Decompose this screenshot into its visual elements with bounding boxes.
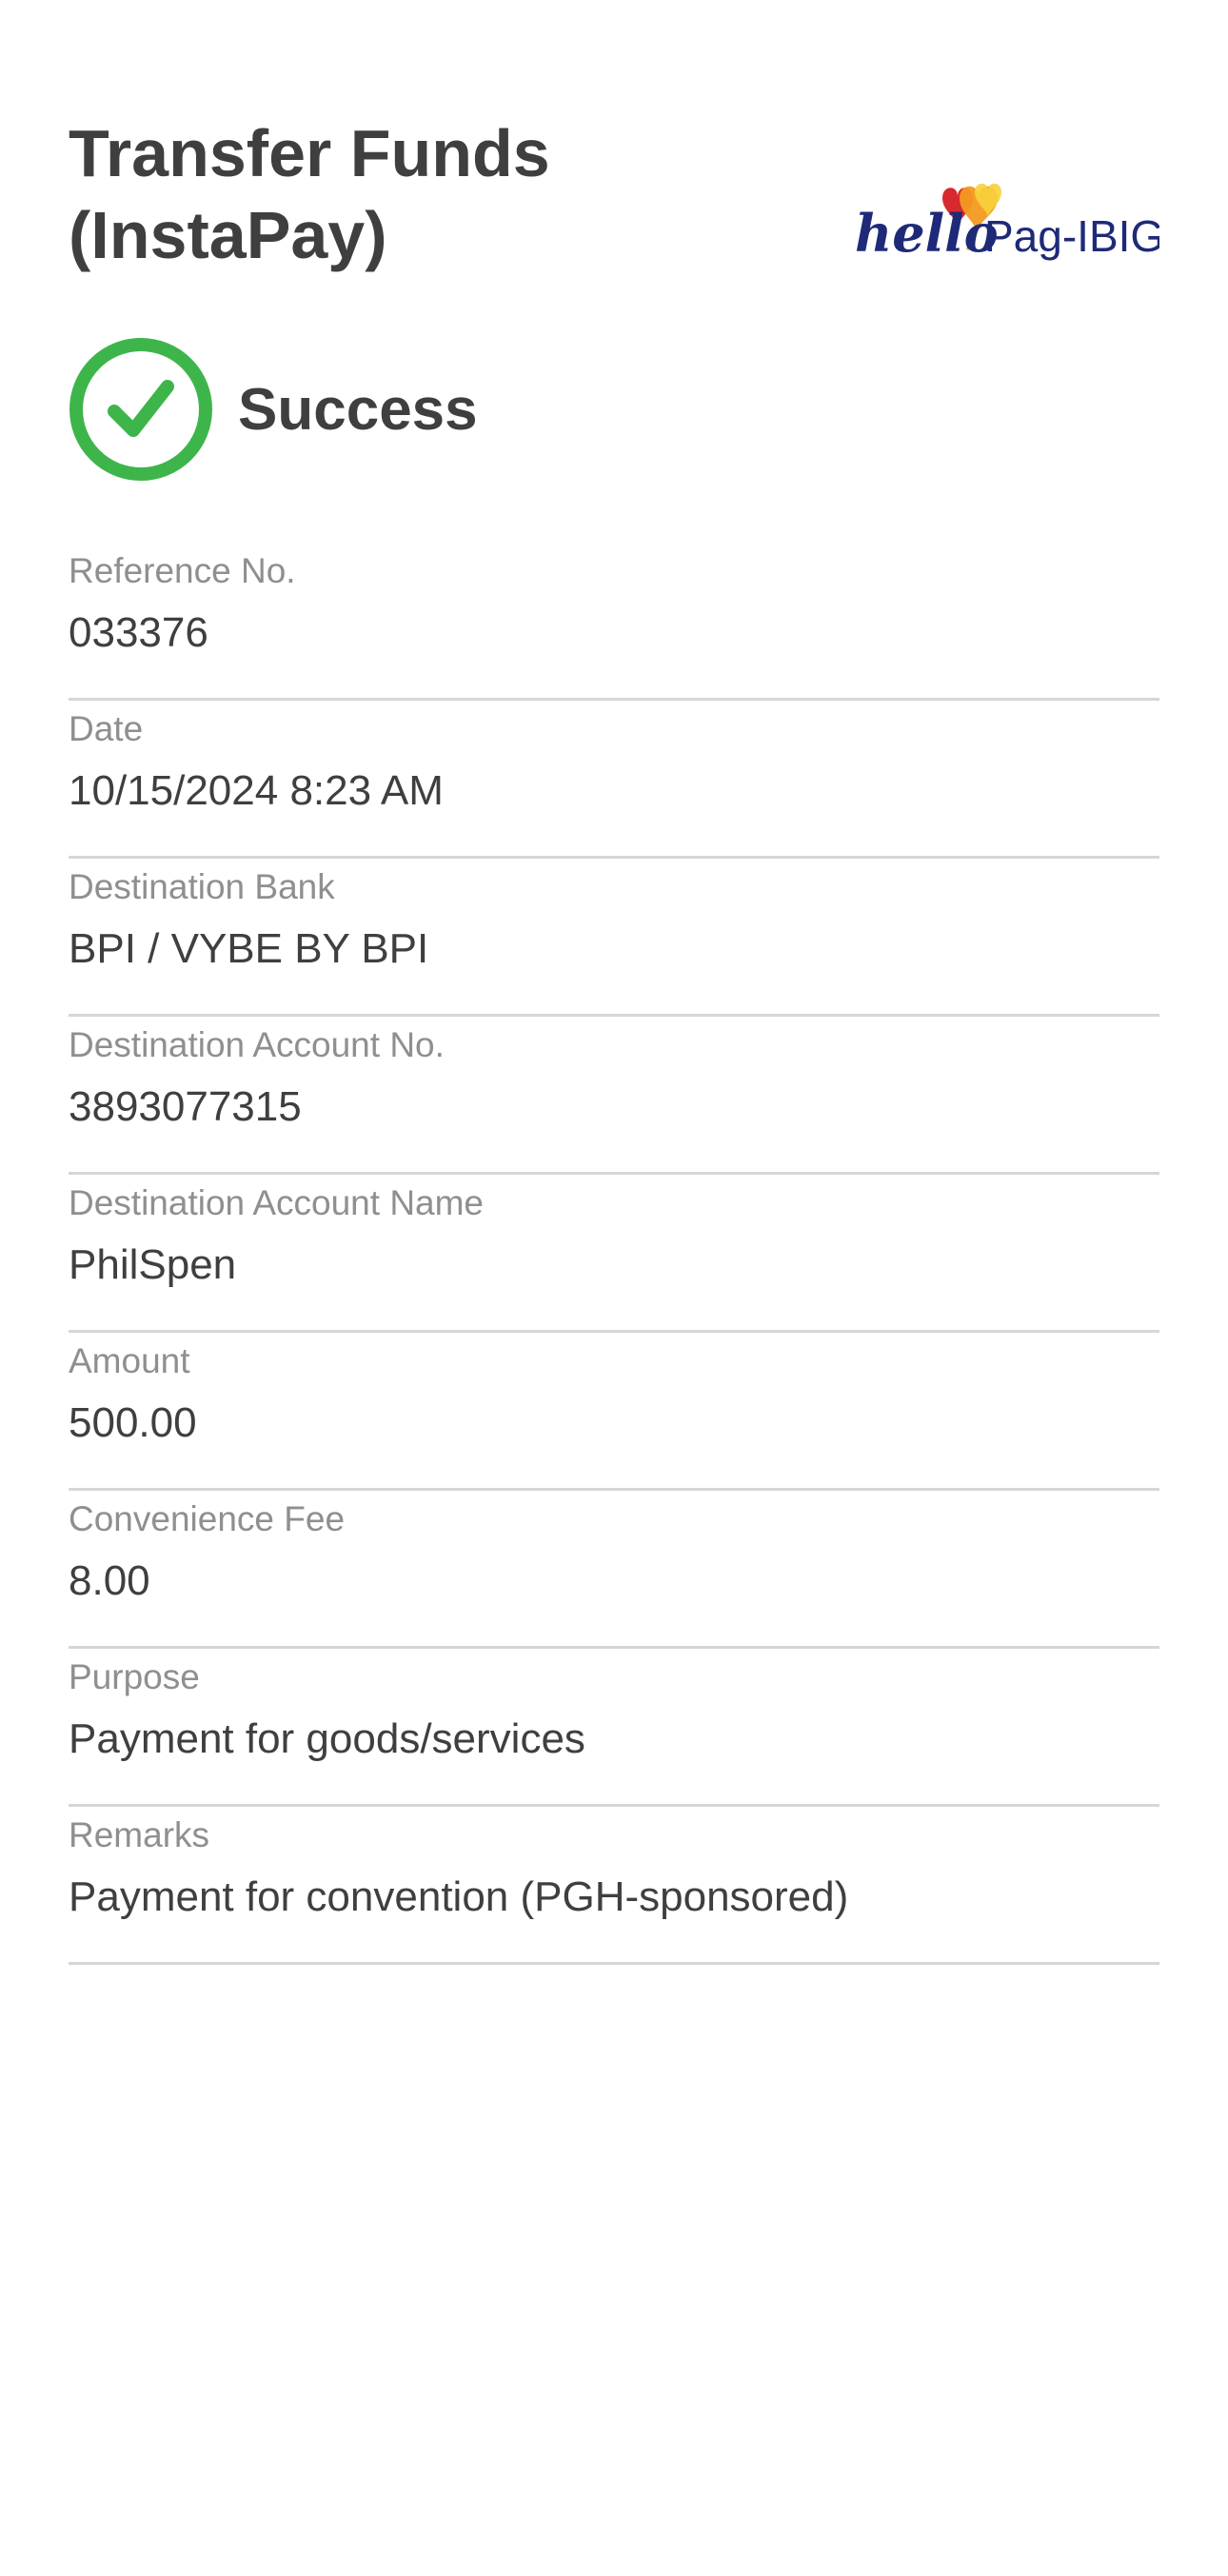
detail-label: Destination Bank <box>69 867 335 906</box>
receipt-header: Transfer Funds (InstaPay) hello Pag-IBIG <box>69 112 1159 284</box>
transaction-receipt-screen: Transfer Funds (InstaPay) hello Pag-IBIG… <box>0 0 1228 2576</box>
status-row: Success <box>69 337 478 482</box>
detail-row-destination-account-name: Destination Account Name PhilSpen <box>69 1177 1159 1333</box>
detail-label: Reference No. <box>69 551 296 590</box>
detail-value: Payment for goods/services <box>69 1715 585 1762</box>
detail-value: 10/15/2024 8:23 AM <box>69 767 444 814</box>
detail-label: Convenience Fee <box>69 1499 346 1538</box>
detail-value: 500.00 <box>69 1399 197 1446</box>
page-title: Transfer Funds (InstaPay) <box>69 116 550 272</box>
detail-value: Payment for convention (PGH-sponsored) <box>69 1873 849 1920</box>
logo-pagibig-text: Pag-IBIG <box>984 211 1159 261</box>
detail-row-date: Date 10/15/2024 8:23 AM <box>69 703 1159 859</box>
detail-label: Amount <box>69 1341 190 1380</box>
detail-label: Remarks <box>69 1815 210 1854</box>
transaction-details: Reference No. 033376 Date 10/15/2024 8:2… <box>69 545 1159 1965</box>
detail-value: PhilSpen <box>69 1241 237 1288</box>
detail-row-remarks: Remarks Payment for convention (PGH-spon… <box>69 1809 1159 1965</box>
balloon-hearts-icon: hello Pag-IBIG <box>855 183 1159 264</box>
detail-row-reference-no: Reference No. 033376 <box>69 545 1159 701</box>
status-text: Success <box>238 376 478 443</box>
detail-value: 3893077315 <box>69 1083 302 1130</box>
hello-pag-ibig-logo: hello Pag-IBIG <box>855 147 1159 270</box>
detail-value: BPI / VYBE BY BPI <box>69 925 429 972</box>
detail-label: Purpose <box>69 1657 200 1696</box>
detail-row-convenience-fee: Convenience Fee 8.00 <box>69 1493 1159 1649</box>
logo-hello-text: hello <box>855 203 999 264</box>
detail-value: 8.00 <box>69 1557 150 1604</box>
check-circle-icon <box>69 337 213 482</box>
detail-value: 033376 <box>69 609 208 656</box>
detail-row-purpose: Purpose Payment for goods/services <box>69 1651 1159 1807</box>
detail-row-destination-account-no: Destination Account No. 3893077315 <box>69 1019 1159 1175</box>
detail-row-amount: Amount 500.00 <box>69 1335 1159 1491</box>
detail-label: Date <box>69 709 144 748</box>
detail-label: Destination Account Name <box>69 1183 485 1222</box>
detail-row-destination-bank: Destination Bank BPI / VYBE BY BPI <box>69 861 1159 1017</box>
detail-label: Destination Account No. <box>69 1025 445 1064</box>
